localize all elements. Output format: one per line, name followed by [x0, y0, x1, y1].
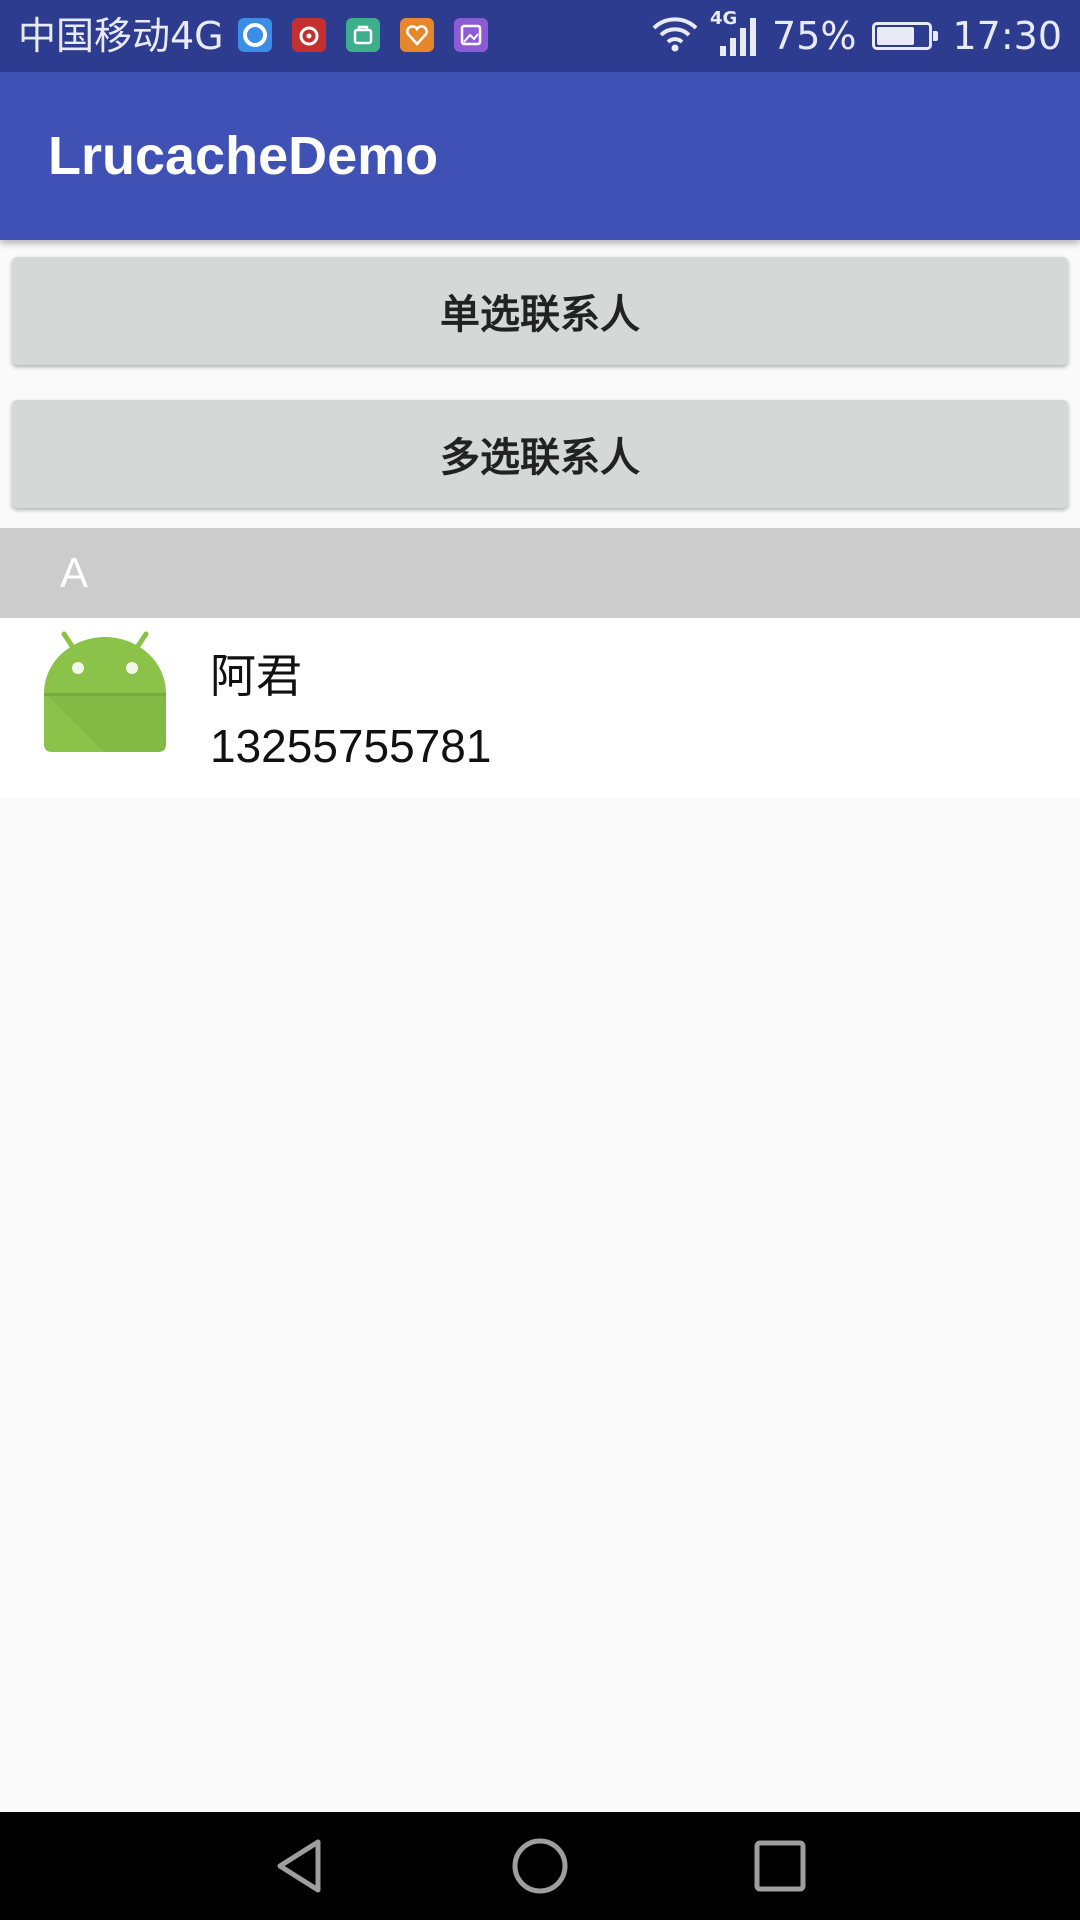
contact-list-item[interactable]: 阿君 13255755781	[0, 618, 1080, 798]
status-indicators: 4G 75% 17:30	[650, 8, 1062, 62]
android-avatar-icon	[42, 630, 168, 756]
section-header: A	[0, 528, 1080, 618]
carrier-label: 中国移动4G	[18, 14, 224, 58]
wifi-icon	[650, 14, 700, 58]
status-bar: 中国移动4G 4G 75% 17:30	[0, 0, 1080, 72]
bag-app-icon	[346, 18, 380, 52]
app-bar: LrucacheDemo	[0, 72, 1080, 240]
navigation-bar	[0, 1812, 1080, 1920]
clock: 17:30	[952, 14, 1062, 58]
battery-level-fill	[877, 27, 914, 45]
contact-phone: 13255755781	[210, 720, 492, 772]
screen: 中国移动4G 4G 75% 17:30 LrucacheDemo 单选联系人 多…	[0, 0, 1080, 1920]
single-select-contact-button[interactable]: 单选联系人	[12, 257, 1068, 365]
gallery-app-icon	[454, 18, 488, 52]
cellular-signal-icon: 4G	[710, 8, 762, 60]
contact-name: 阿君	[210, 649, 302, 703]
battery-percent: 75%	[772, 14, 857, 58]
battery-icon	[872, 22, 939, 50]
section-letter: A	[60, 549, 89, 596]
browser-icon	[238, 18, 272, 52]
home-icon[interactable]	[510, 1836, 570, 1896]
health-app-icon	[400, 18, 434, 52]
netease-music-icon	[292, 18, 326, 52]
app-title: LrucacheDemo	[48, 126, 439, 186]
recents-icon[interactable]	[750, 1836, 810, 1896]
multi-select-contact-button[interactable]: 多选联系人	[12, 400, 1068, 508]
back-icon[interactable]	[270, 1836, 330, 1896]
